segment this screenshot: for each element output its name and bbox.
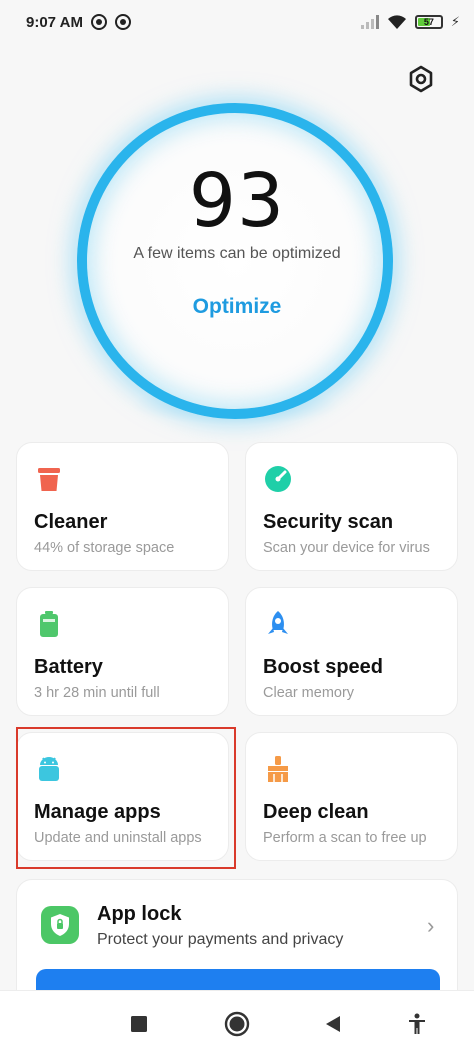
boost-speed-card[interactable]: Boost speed Clear memory — [245, 587, 458, 716]
status-left: 9:07 AM — [26, 14, 131, 31]
settings-icon — [409, 65, 433, 93]
card-title: Manage apps — [34, 801, 161, 823]
card-title: Deep clean — [263, 801, 369, 823]
deep-clean-card[interactable]: Deep clean Perform a scan to free up — [245, 732, 458, 861]
security-score: 93 — [188, 158, 286, 244]
app-lock-icon-box — [41, 906, 79, 944]
optimize-button[interactable]: Optimize — [167, 289, 307, 325]
navigation-bar — [0, 990, 474, 1053]
card-title: Security scan — [263, 511, 394, 533]
security-scan-card[interactable]: Security scan Scan your device for virus — [245, 442, 458, 571]
accessibility-button[interactable] — [402, 1009, 432, 1039]
card-subtitle: 44% of storage space — [34, 540, 175, 556]
card-title: Boost speed — [263, 656, 384, 678]
chevron-right-icon: › — [427, 913, 435, 938]
location-icon — [90, 14, 107, 30]
rocket-icon — [268, 611, 288, 634]
back-icon — [326, 1016, 340, 1032]
status-bar: 9:07 AM 57 ⚡ — [0, 0, 474, 44]
back-button[interactable] — [318, 1009, 348, 1039]
battery-card[interactable]: Battery 3 hr 28 min until full — [16, 587, 229, 716]
cleaner-card[interactable]: Cleaner 44% of storage space — [16, 442, 229, 571]
signal-icon — [360, 15, 379, 29]
trash-icon — [38, 468, 60, 491]
card-title: Battery — [34, 656, 103, 678]
home-icon — [224, 1011, 250, 1037]
card-subtitle: 3 hr 28 min until full — [34, 685, 160, 701]
status-right: 57 ⚡ — [360, 14, 460, 30]
card-subtitle: Perform a scan to free up — [263, 830, 427, 846]
recents-icon — [131, 1016, 147, 1032]
broom-icon — [268, 756, 288, 782]
home-button[interactable] — [222, 1009, 252, 1039]
card-subtitle: Scan your device for virus — [263, 540, 430, 556]
manage-apps-card[interactable]: Manage apps Update and uninstall apps — [16, 732, 229, 861]
android-icon — [39, 757, 59, 781]
card-subtitle: Update and uninstall apps — [34, 830, 202, 846]
shield-icon — [51, 914, 69, 936]
app-lock-title: App lock — [97, 903, 182, 925]
accessibility-icon — [409, 1013, 425, 1034]
battery-status-icon: 57 — [414, 15, 443, 29]
security-icon — [265, 466, 291, 492]
score-subtitle: A few items can be optimized — [133, 245, 341, 262]
recents-button[interactable] — [124, 1009, 154, 1039]
battery-level: 57 — [423, 17, 434, 27]
status-time: 9:07 AM — [26, 13, 83, 31]
app-lock-subtitle: Protect your payments and privacy — [97, 931, 344, 948]
charging-icon: ⚡ — [450, 14, 460, 29]
settings-button[interactable] — [404, 62, 438, 96]
sync-icon — [114, 14, 131, 30]
card-subtitle: Clear memory — [263, 685, 355, 701]
battery-icon — [40, 611, 58, 637]
card-title: Cleaner — [34, 511, 108, 533]
wifi-icon — [387, 15, 406, 29]
